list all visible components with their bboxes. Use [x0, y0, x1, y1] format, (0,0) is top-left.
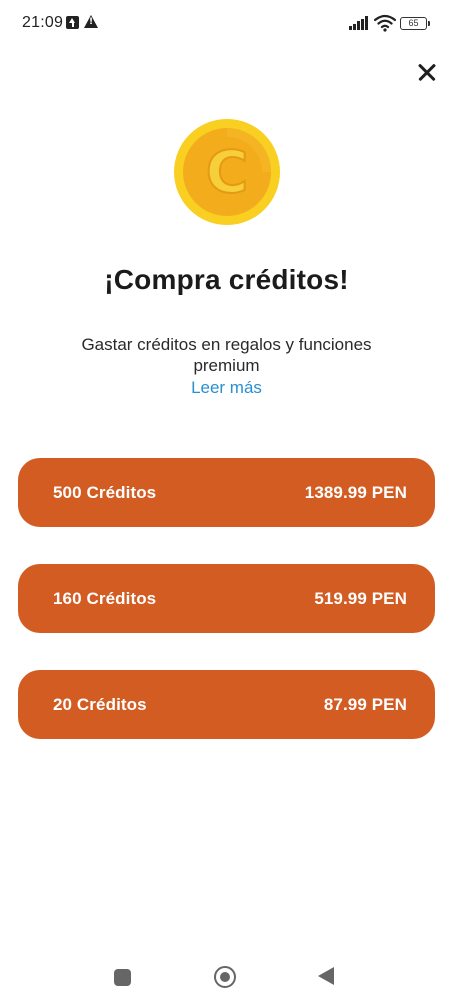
battery-icon: 65: [400, 17, 430, 30]
credit-package-button-500[interactable]: 500 Créditos 1389.99 PEN: [18, 458, 435, 527]
status-bar: 21:09 65: [0, 0, 453, 48]
credit-package-button-20[interactable]: 20 Créditos 87.99 PEN: [18, 670, 435, 739]
credit-package-label: 20 Créditos: [53, 694, 147, 714]
status-time: 21:09: [22, 14, 64, 31]
credit-package-price: 1389.99 PEN: [304, 482, 407, 502]
coin-letter: C: [206, 138, 249, 206]
credit-package-label: 160 Créditos: [53, 588, 157, 608]
back-icon[interactable]: [318, 967, 334, 985]
credit-package-label: 500 Créditos: [53, 482, 157, 502]
recents-icon[interactable]: [114, 969, 131, 986]
credit-package-button-160[interactable]: 160 Créditos 519.99 PEN: [18, 564, 435, 633]
home-icon[interactable]: [214, 966, 236, 988]
system-nav-bar: [0, 955, 453, 1000]
subtitle: Gastar créditos en regalos y funciones p…: [81, 335, 372, 375]
upload-icon: [66, 16, 79, 29]
coin-icon: C: [174, 119, 280, 225]
signal-icon: [349, 16, 369, 30]
purchase-credits-screen: 21:09 65 C ¡Compra créditos! Gastar créd…: [0, 0, 453, 1000]
close-button[interactable]: [413, 58, 441, 86]
read-more-link[interactable]: Leer más: [0, 378, 453, 398]
credit-package-price: 87.99 PEN: [323, 694, 407, 714]
credit-package-price: 519.99 PEN: [314, 588, 407, 608]
warning-icon: [84, 15, 98, 28]
wifi-icon: [374, 14, 396, 32]
page-title: ¡Compra créditos!: [104, 264, 349, 295]
